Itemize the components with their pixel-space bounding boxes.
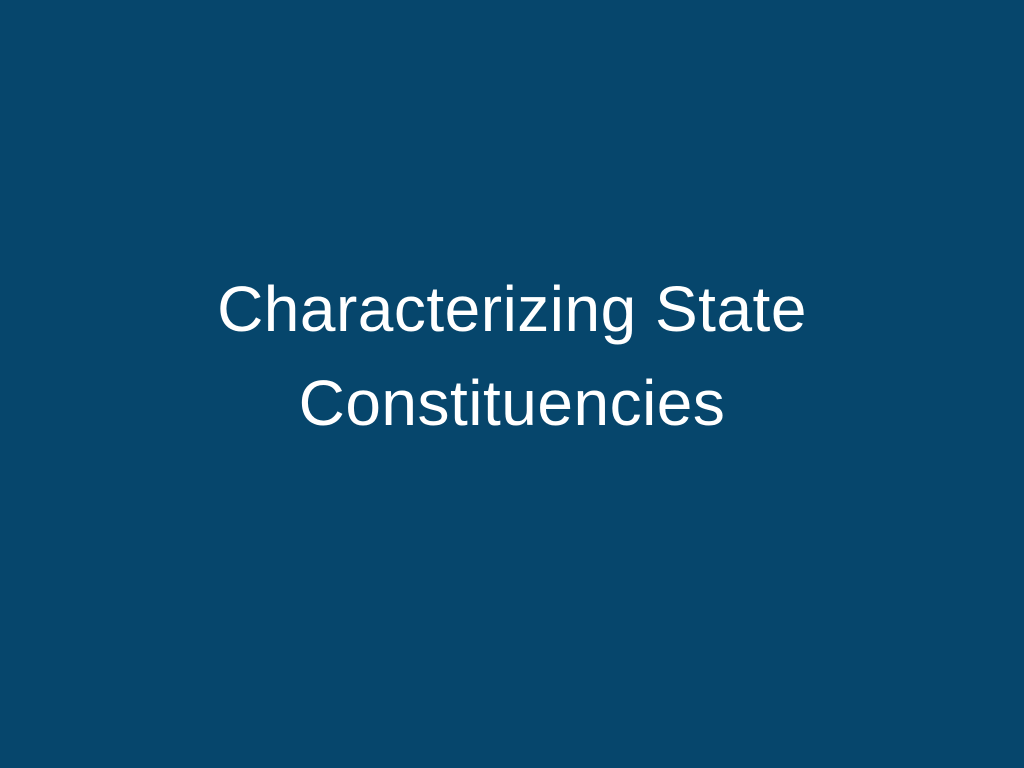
slide: Characterizing State Constituencies [0, 0, 1024, 768]
slide-title-line-1: Characterizing State [217, 273, 807, 345]
slide-title-line-2: Constituencies [298, 367, 726, 439]
slide-title: Characterizing State Constituencies [0, 262, 1024, 450]
